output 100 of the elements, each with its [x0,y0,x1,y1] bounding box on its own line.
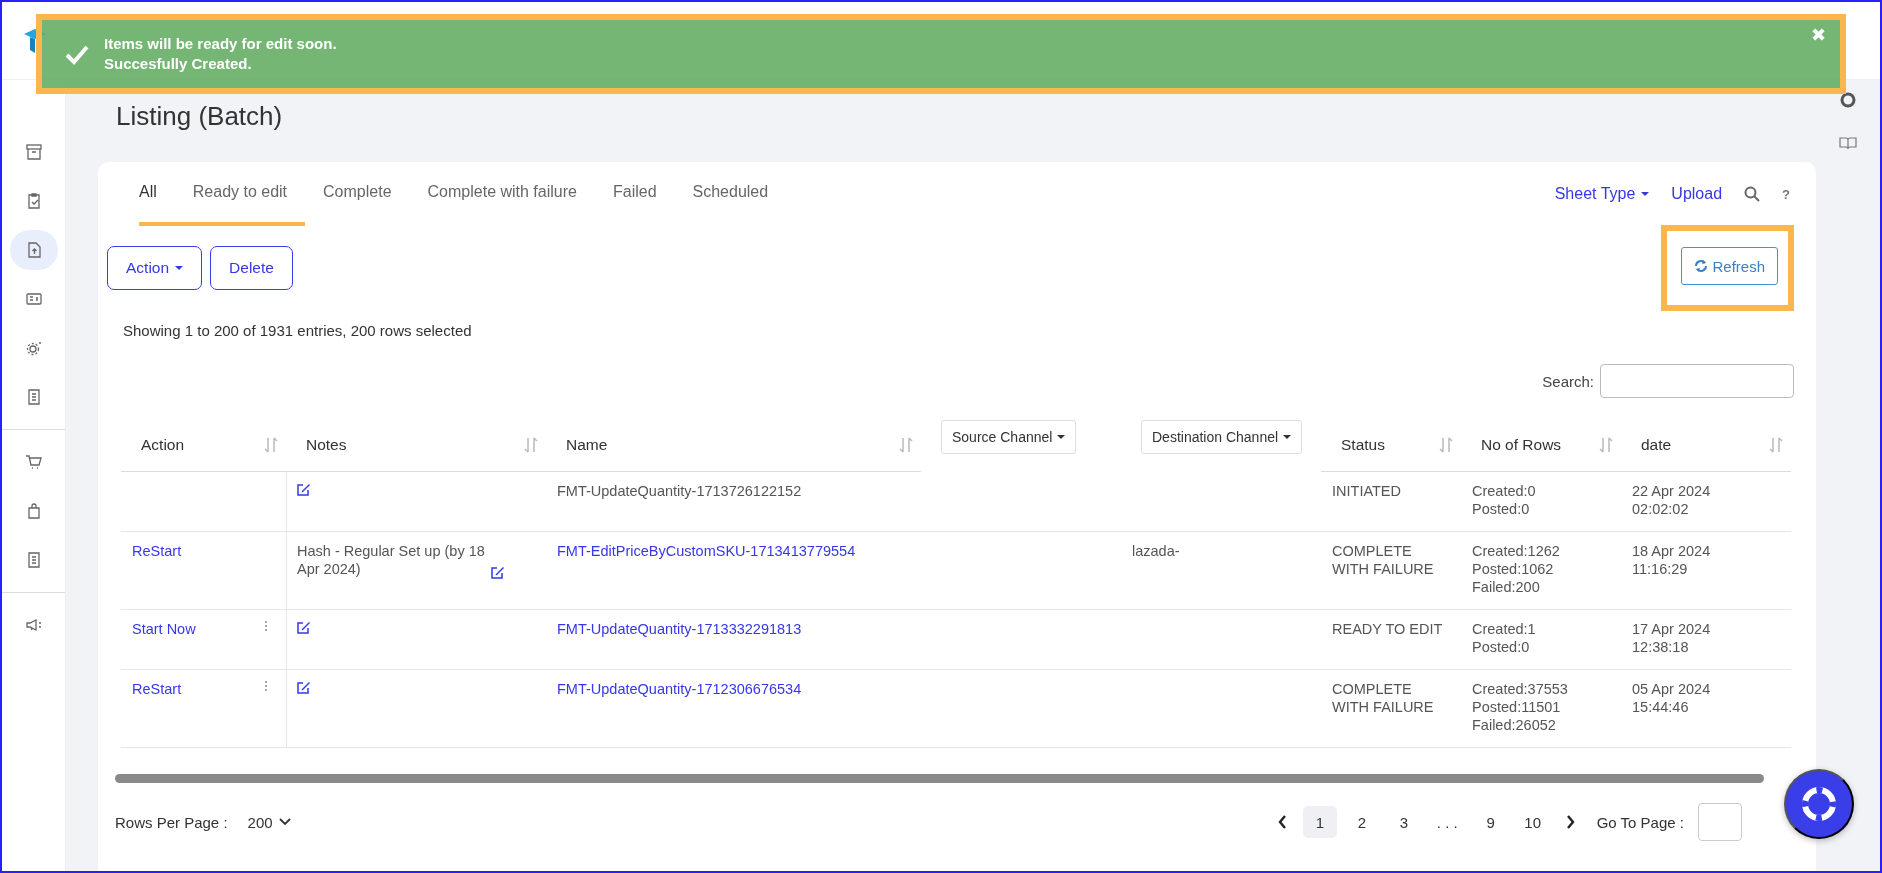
header-label: date [1641,435,1672,454]
search-field[interactable] [1600,364,1794,398]
page-field[interactable] [1698,803,1742,841]
count-text: Posted:0 [1472,638,1531,656]
cart-icon [23,452,44,472]
status-text: COMPLETE [1332,680,1413,698]
date-text: 02:02:02 [1632,500,1690,518]
caret-icon [1283,435,1292,439]
tab[interactable]: Ready to edit [174,162,306,226]
header-label: Action [141,435,185,454]
header-label: Notes [306,435,347,454]
date-text: 12:38:18 [1632,638,1690,656]
chevron-left-icon [1277,815,1287,829]
count-text: Failed:200 [1472,578,1541,596]
count-text: Created:37553 [1472,680,1569,698]
column-header[interactable]: Name [546,418,921,472]
batch-link[interactable]: FMT-EditPriceByCustomSKU-1713413779554 [557,542,911,560]
edit-icon[interactable] [491,566,505,579]
tab[interactable]: Complete with failure [409,162,595,226]
toolbar-link[interactable]: Sheet Type [1554,185,1650,203]
column-filter[interactable]: Source Channel [941,420,1077,454]
count-text: Created:0 [1472,482,1537,500]
search-label: Search: [1542,372,1594,390]
page-button[interactable]: . . . [1428,806,1466,838]
column-header[interactable]: No of Rows [1461,418,1621,472]
page-title: Listing (Batch) [116,100,284,132]
action-dropdown[interactable]: Action [107,246,203,290]
date-text: 22 Apr 2024 [1632,482,1712,500]
batch-link[interactable]: FMT-UpdateQuantity-1713332291813 [557,620,911,638]
chevron-right-icon [1565,815,1575,829]
date-text: 05 Apr 2024 [1632,680,1712,698]
check-icon [64,43,90,65]
book-icon[interactable] [1839,136,1857,150]
count-text: Created:1 [1472,620,1537,638]
sort-icon [899,436,913,453]
batch-name: FMT-UpdateQuantity-1713726122152 [557,482,803,500]
entries-summary: Showing 1 to 200 of 1931 entries, 200 rows selected [122,322,473,339]
more-icon[interactable] [264,620,268,632]
help-button[interactable] [1784,769,1854,839]
note-text: Hash - Regular Set up (by 18 Apr 2024) [297,542,486,578]
horizontal-scrollbar[interactable] [115,774,1764,783]
count-text: Failed:26052 [1472,716,1557,734]
column-header[interactable]: Status [1321,418,1461,472]
search-icon[interactable] [1744,186,1761,202]
action-link[interactable]: ReStart [132,680,182,734]
sort-icon [1599,436,1613,453]
sort-icon [524,436,538,453]
edit-icon[interactable] [297,681,311,694]
toast-title: Items will be ready for edit soon. [104,34,337,54]
sort-icon [1439,436,1453,453]
rows-per-page-select[interactable]: 200 [241,812,297,832]
edit-icon[interactable] [297,621,311,634]
column-header[interactable]: Action [121,418,286,472]
delete-button[interactable]: Delete [210,246,293,290]
status-text: COMPLETE [1332,542,1413,560]
go-to-page-label: Go To Page : [1596,813,1684,831]
action-link[interactable]: Start Now [132,620,196,656]
date-text: 11:16:29 [1632,560,1689,578]
status-text: READY TO EDIT [1332,620,1444,638]
caret-icon [1057,435,1066,439]
toast-message: Succesfully Created. [104,54,253,74]
header-label: Name [566,435,608,454]
column-header[interactable]: date [1621,418,1791,472]
header-label: No of Rows [1481,435,1562,454]
count-text: Posted:0 [1472,500,1531,518]
page-button[interactable]: 10 [1515,806,1550,838]
sidebar-item[interactable] [9,230,58,270]
sort-icon [1769,436,1783,453]
page-button[interactable]: 1 [1302,806,1337,838]
help-link[interactable]: ? [1782,186,1790,202]
tab[interactable]: Scheduled [674,162,787,226]
column-filter[interactable]: Destination Channel [1141,420,1303,454]
page-button[interactable]: 2 [1344,806,1379,838]
edit-icon[interactable] [297,483,311,496]
more-icon[interactable] [264,680,268,692]
tab[interactable]: All [139,162,175,226]
batch-link[interactable]: FMT-UpdateQuantity-1712306676534 [557,680,911,698]
action-link[interactable]: ReStart [132,542,182,596]
sync-icon [1694,259,1709,273]
count-text: Created:1262 [1472,542,1561,560]
archive-icon [23,142,44,162]
date-text: 15:44:46 [1632,698,1690,716]
toolbar-link[interactable]: Upload [1671,185,1723,203]
chevron-down-icon [278,818,291,826]
page-button[interactable]: 9 [1473,806,1508,838]
column-header[interactable]: Notes [286,418,546,472]
count-text: Posted:11501 [1472,698,1562,716]
tab[interactable]: Complete [305,162,410,226]
channel-text: lazada- [1132,542,1181,560]
tab[interactable]: Failed [594,162,675,226]
header-label: Status [1341,435,1385,454]
status-text: WITH FAILURE [1332,560,1435,578]
refresh-button[interactable]: Refresh [1681,247,1778,285]
page-button[interactable]: 3 [1386,806,1421,838]
rows-per-page-label: Rows Per Page : [115,813,228,831]
status-text: INITIATED [1332,482,1402,500]
sort-icon [264,436,278,453]
status-text: WITH FAILURE [1332,698,1435,716]
count-text: Posted:1062 [1472,560,1555,578]
date-text: 17 Apr 2024 [1632,620,1712,638]
